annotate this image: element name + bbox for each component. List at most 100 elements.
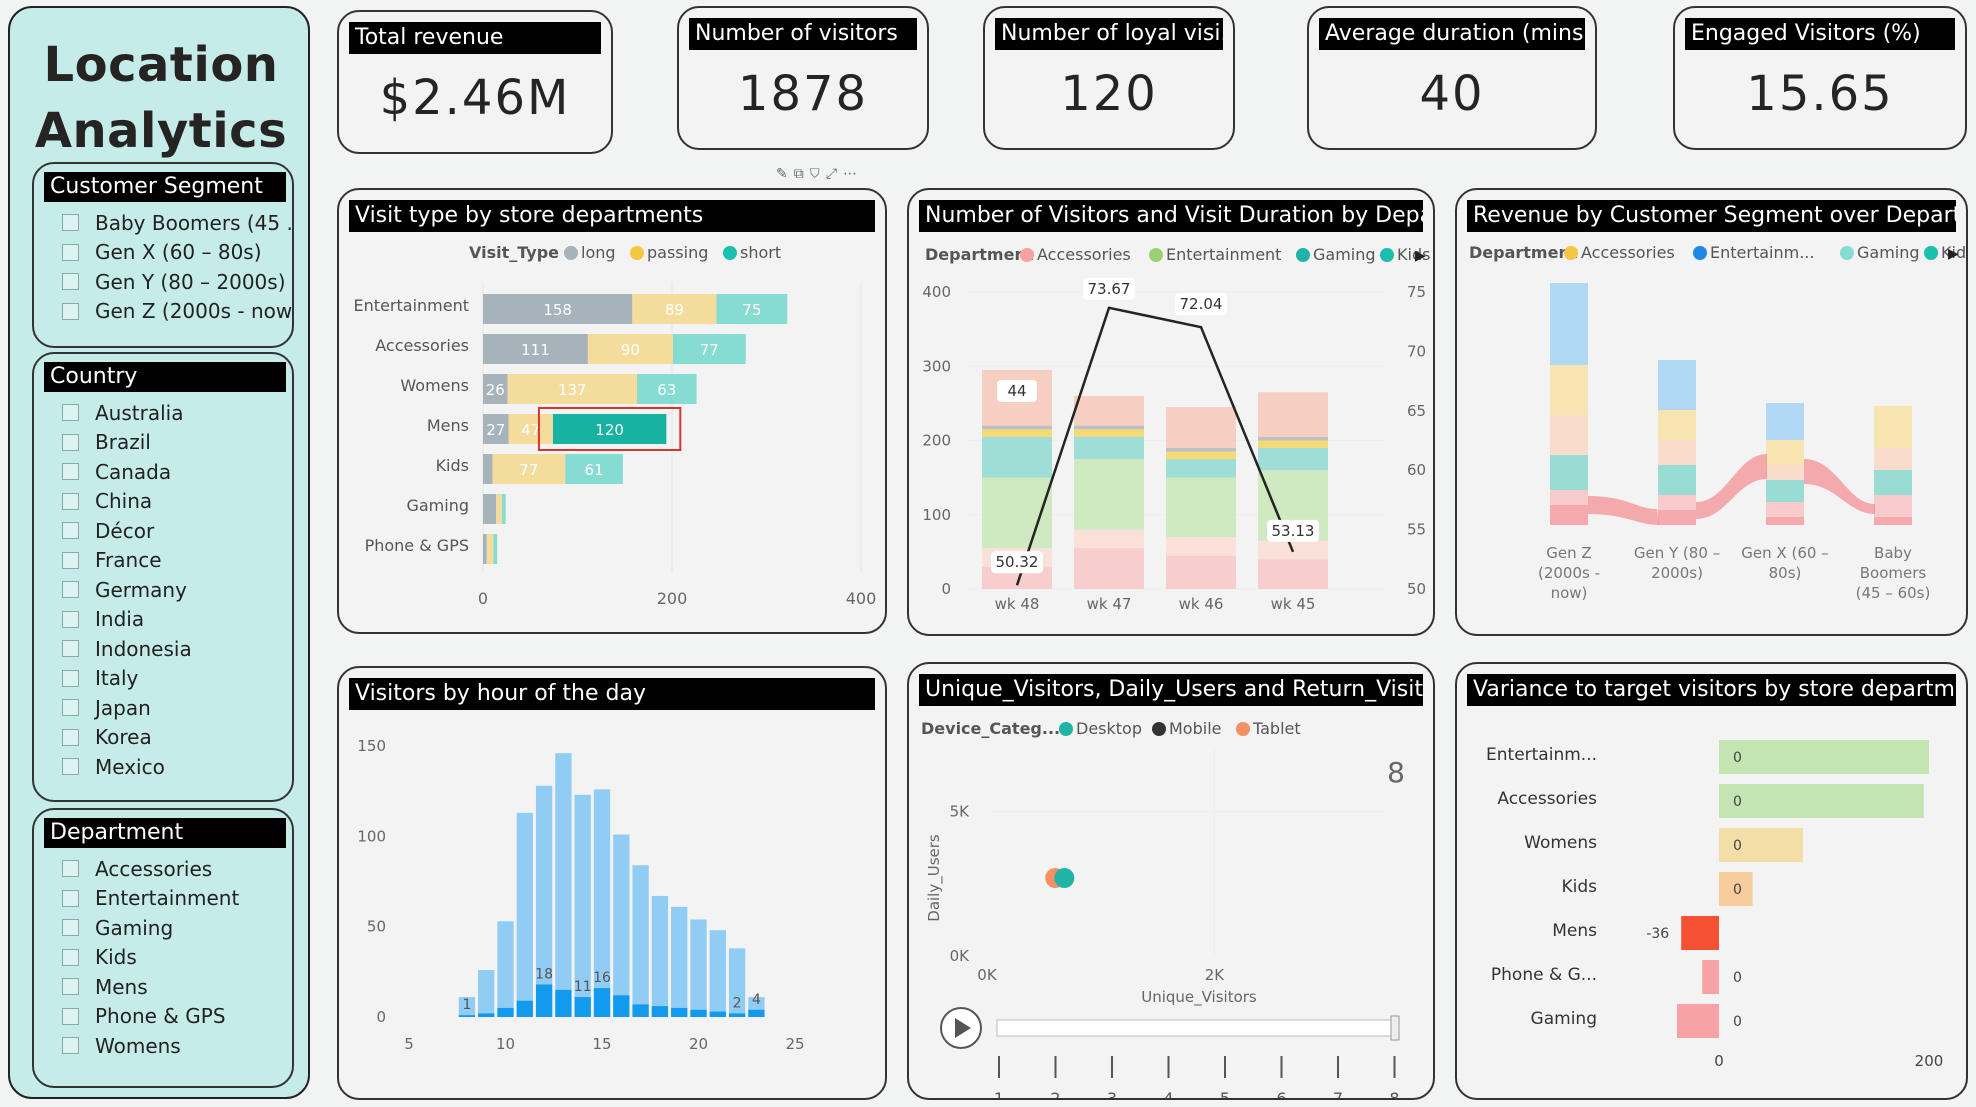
checkbox[interactable] <box>62 302 79 320</box>
slicer-item[interactable]: Gen X (60 – 80s) <box>34 238 292 268</box>
data-label: 72.04 <box>1180 295 1223 313</box>
bar-segment <box>493 534 498 564</box>
checkbox[interactable] <box>62 669 79 687</box>
legend-item: Gaming <box>1857 243 1920 262</box>
checkbox[interactable] <box>62 581 79 599</box>
slicer-item[interactable]: Brazil <box>34 428 292 458</box>
slicer-item[interactable]: Mexico <box>34 752 292 782</box>
slicer-item-label: Korea <box>95 725 152 750</box>
kpi-total-revenue[interactable]: Total revenue $2.46M <box>337 10 613 154</box>
slicer-item[interactable]: China <box>34 487 292 517</box>
slicer-item[interactable]: Korea <box>34 723 292 753</box>
checkbox[interactable] <box>62 273 79 291</box>
checkbox[interactable] <box>62 243 79 261</box>
data-label: 16 <box>593 970 611 986</box>
slicer-item-label: Gaming <box>95 915 174 940</box>
checkbox[interactable] <box>62 463 79 481</box>
play-slider-track[interactable] <box>996 1019 1394 1037</box>
category-label: Womens <box>400 376 469 395</box>
slicer-item[interactable]: Entertainment <box>34 884 292 914</box>
checkbox[interactable] <box>62 860 79 878</box>
country-slicer: Country Australia Brazil Canada China Décor F… <box>32 352 294 802</box>
slicer-item-label: Phone & GPS <box>95 1004 226 1029</box>
bar-highlight <box>748 1009 765 1017</box>
y-tick-label: 100 <box>922 506 951 524</box>
slicer-item-label: Mens <box>95 974 148 999</box>
slicer-item[interactable]: Japan <box>34 693 292 723</box>
slicer-item[interactable]: Germany <box>34 575 292 605</box>
bar-highlight <box>613 995 630 1017</box>
bar <box>690 919 707 1017</box>
checkbox[interactable] <box>62 919 79 937</box>
variance-bar <box>1719 784 1924 818</box>
checkbox[interactable] <box>62 433 79 451</box>
play-slider-handle[interactable] <box>1390 1015 1400 1041</box>
checkbox[interactable] <box>62 978 79 996</box>
y-tick-label: 400 <box>922 283 951 301</box>
kpi-engaged-visitors[interactable]: Engaged Visitors (%) 15.65 <box>1673 6 1967 150</box>
ribbon <box>1804 459 1875 514</box>
slicer-item[interactable]: Gaming <box>34 913 292 943</box>
slicer-item[interactable]: Canada <box>34 457 292 487</box>
category-label: wk 45 <box>1271 595 1316 613</box>
bar <box>478 970 495 1017</box>
checkbox[interactable] <box>62 889 79 907</box>
bar-segment <box>1550 455 1588 490</box>
bar-segment <box>1166 459 1236 478</box>
slicer-item[interactable]: Décor <box>34 516 292 546</box>
filter-icon[interactable]: ⛉ <box>810 166 826 182</box>
kpi-loyal-visitors[interactable]: Number of loyal visi... 120 <box>983 6 1235 150</box>
legend-marker <box>1020 248 1034 262</box>
checkbox[interactable] <box>62 699 79 717</box>
legend-item: short <box>740 243 781 262</box>
category-label: Entertainm... <box>1486 745 1597 765</box>
slicer-item[interactable]: Phone & GPS <box>34 1002 292 1032</box>
checkbox[interactable] <box>62 610 79 628</box>
slicer-item[interactable]: Gen Y (80 – 2000s) <box>34 267 292 297</box>
category-label: Baby <box>1874 544 1912 562</box>
ribbon <box>1588 496 1659 525</box>
slicer-item[interactable]: Mens <box>34 972 292 1002</box>
slicer-item[interactable]: Baby Boomers (45 ... <box>34 208 292 238</box>
checkbox[interactable] <box>62 551 79 569</box>
slicer-item[interactable]: Womens <box>34 1031 292 1061</box>
bar-segment <box>982 436 1052 478</box>
bar-segment <box>1166 447 1236 452</box>
visit-type-chart: Visit type by store departments Visit_Ty… <box>337 188 887 634</box>
data-label: 53.13 <box>1272 522 1315 540</box>
slicer-item[interactable]: India <box>34 605 292 635</box>
kpi-avg-duration[interactable]: Average duration (mins)... 40 <box>1307 6 1597 150</box>
bar <box>613 834 630 1017</box>
slicer-title: Country <box>44 362 286 392</box>
category-label: (2000s - <box>1538 564 1600 582</box>
data-label: 61 <box>584 461 603 479</box>
slicer-item[interactable]: France <box>34 546 292 576</box>
checkbox[interactable] <box>62 758 79 776</box>
slicer-item[interactable]: Indonesia <box>34 634 292 664</box>
copy-icon[interactable]: ⧉ <box>794 166 810 182</box>
checkbox[interactable] <box>62 948 79 966</box>
checkbox[interactable] <box>62 522 79 540</box>
kpi-visitors[interactable]: Number of visitors 1878 <box>677 6 929 150</box>
checkbox[interactable] <box>62 404 79 422</box>
checkbox[interactable] <box>62 728 79 746</box>
checkbox[interactable] <box>62 492 79 510</box>
checkbox[interactable] <box>62 1007 79 1025</box>
checkbox[interactable] <box>62 214 79 232</box>
pin-icon[interactable]: ✎ <box>776 166 794 182</box>
department-slicer: Department Accessories Entertainment Gamin… <box>32 808 294 1088</box>
checkbox[interactable] <box>62 1037 79 1055</box>
slicer-item[interactable]: Italy <box>34 664 292 694</box>
slicer-item[interactable]: Accessories <box>34 854 292 884</box>
bar-segment <box>1766 517 1804 525</box>
bar-segment <box>501 494 506 524</box>
bar-segment <box>483 534 487 564</box>
checkbox[interactable] <box>62 640 79 658</box>
slicer-item[interactable]: Australia <box>34 398 292 428</box>
more-options-icon[interactable]: ⋯ <box>843 166 863 182</box>
slicer-item[interactable]: Kids <box>34 943 292 973</box>
slicer-item[interactable]: Gen Z (2000s - now) <box>34 297 292 327</box>
legend-title: Visit_Type <box>469 243 559 262</box>
focus-mode-icon[interactable]: ⤢ <box>826 166 843 182</box>
bar-highlight <box>555 989 572 1017</box>
